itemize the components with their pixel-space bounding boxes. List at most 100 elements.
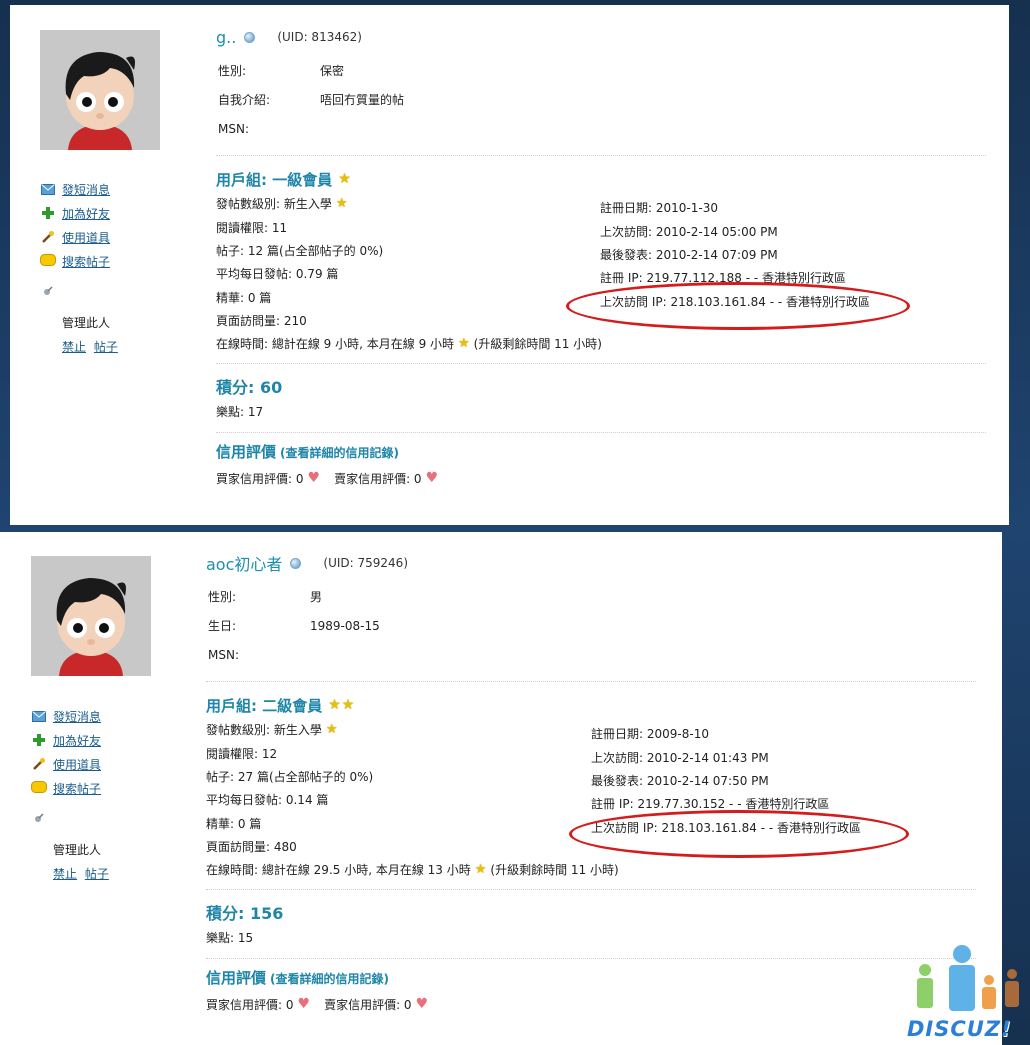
user-id: (UID: 759246) [323, 556, 408, 570]
digest-count: 精華: 0 篇 [216, 290, 272, 305]
avatar-image [31, 556, 151, 676]
basic-info: 性別: 保密 自我介紹: 唔回冇質量的帖 MSN: [216, 56, 986, 143]
info-label: MSN: [218, 121, 249, 136]
info-label: 性別: [218, 64, 247, 78]
credit-history-link[interactable]: (查看詳細的信用記錄) [280, 444, 399, 461]
buyer-rating: 買家信用評價: 0 [206, 997, 294, 1012]
wand-icon [40, 229, 56, 245]
search-posts-link[interactable]: 搜索帖子 [62, 253, 110, 270]
profile-main: aoc初心者 (UID: 759246) 性別: 男 生日: 1989-08-1… [206, 552, 976, 1015]
post-level: 發帖數級別: 新生入學 ★ [206, 718, 373, 741]
online-time: 在線時間: 總計在線 9 小時, 本月在線 9 小時 ★ (升級剩餘時間 11 … [216, 332, 986, 354]
online-time-text: 在線時間: 總計在線 9 小時, 本月在線 9 小時 [216, 336, 455, 351]
envelope-icon [31, 708, 47, 724]
username[interactable]: g.. [216, 28, 236, 47]
send-message-link[interactable]: 發短消息 [62, 181, 110, 198]
admin-section: 管理此人 禁止 帖子 [31, 838, 171, 886]
online-status-icon [244, 31, 256, 43]
stats-left: 發帖數級別: 新生入學 ★ 閱讀權限: 12 帖子: 27 篇(占全部帖子的 0… [206, 718, 373, 858]
credit-rating-title: 信用評價 (查看詳細的信用記錄) [206, 967, 976, 993]
heart-icon: ♥ [425, 470, 439, 487]
divider [206, 889, 976, 890]
rating-row: 買家信用評價: 0 ♥ 賣家信用評價: 0 ♥ [206, 993, 976, 1015]
ban-link[interactable]: 禁止 [53, 867, 77, 881]
profile-main: g.. (UID: 813462) 性別: 保密 自我介紹: 唔回冇質量的帖 M… [216, 26, 986, 489]
heart-icon: ♥ [307, 470, 321, 487]
ban-link[interactable]: 禁止 [62, 340, 86, 354]
credit-history-link[interactable]: (查看詳細的信用記錄) [270, 970, 389, 987]
avatar-image [40, 30, 160, 150]
search-posts-link[interactable]: 搜索帖子 [53, 780, 101, 797]
points-total: 積分: 156 [206, 904, 284, 923]
points-total: 積分: 60 [216, 378, 283, 397]
discuz-logo: DISCUZ! [905, 940, 1030, 1045]
star-icon: ★ [325, 722, 338, 738]
speech-bubble-icon [40, 253, 56, 269]
info-row-msn: MSN: [206, 640, 976, 669]
profile-panel-2: 發短消息 加為好友 使用道具 搜索帖子 管理此人 禁止 帖子 aoc初心者 (U… [0, 532, 1002, 1045]
use-item-link[interactable]: 使用道具 [53, 756, 101, 773]
add-friend-link[interactable]: 加為好友 [62, 205, 110, 222]
use-item-item[interactable]: 使用道具 [40, 225, 180, 249]
star-icon: ★ [341, 697, 355, 713]
people-icon [917, 945, 1019, 1011]
send-message-item[interactable]: 發短消息 [31, 704, 171, 728]
buyer-rating: 買家信用評價: 0 [216, 471, 304, 486]
divider [216, 363, 986, 364]
user-group-title: 用戶組: 一級會員 ★ [216, 166, 986, 192]
seller-rating: 賣家信用評價: 0 [324, 997, 412, 1012]
stats-left: 發帖數級別: 新生入學 ★ 閱讀權限: 11 帖子: 12 篇(占全部帖子的 0… [216, 192, 383, 332]
envelope-icon [40, 181, 56, 197]
search-posts-item[interactable]: 搜索帖子 [40, 249, 180, 273]
posts-link[interactable]: 帖子 [85, 867, 109, 881]
digest-count: 精華: 0 篇 [206, 816, 262, 831]
last-post: 最後發表: 2010-2-14 07:50 PM [591, 773, 769, 788]
plus-icon [40, 205, 56, 221]
read-permission: 閱讀權限: 11 [216, 220, 288, 235]
read-permission: 閱讀權限: 12 [206, 746, 278, 761]
avg-daily-posts: 平均每日發帖: 0.79 篇 [216, 267, 339, 282]
satellite-icon-row [31, 806, 171, 830]
post-count: 帖子: 12 篇(占全部帖子的 0%) [216, 243, 384, 258]
info-row-birthday: 生日: 1989-08-15 [206, 611, 976, 640]
post-level-text: 發帖數級別: 新生入學 [216, 197, 332, 212]
fun-points: 樂點: 17 [216, 405, 264, 420]
info-value: 男 [310, 590, 323, 604]
online-upgrade-text: (升級剩餘時間 11 小時) [473, 336, 602, 351]
divider [216, 155, 986, 156]
posts-link[interactable]: 帖子 [94, 340, 118, 354]
info-value: 唔回冇質量的帖 [320, 93, 405, 107]
register-date: 註冊日期: 2009-8-10 [591, 727, 709, 742]
use-item-link[interactable]: 使用道具 [62, 229, 110, 246]
info-row-gender: 性別: 保密 [216, 56, 986, 85]
online-status-icon [290, 557, 302, 569]
divider [206, 958, 976, 960]
divider [216, 432, 986, 434]
add-friend-item[interactable]: 加為好友 [40, 201, 180, 225]
avg-daily-posts: 平均每日發帖: 0.14 篇 [206, 793, 329, 808]
search-posts-item[interactable]: 搜索帖子 [31, 776, 171, 800]
speech-bubble-icon [31, 780, 47, 796]
wand-icon [31, 756, 47, 772]
plus-icon [31, 732, 47, 748]
rating-row: 買家信用評價: 0 ♥ 賣家信用評價: 0 ♥ [216, 467, 986, 489]
last-visit: 上次訪問: 2010-2-14 01:43 PM [591, 750, 769, 765]
send-message-item[interactable]: 發短消息 [40, 177, 180, 201]
add-friend-link[interactable]: 加為好友 [53, 732, 101, 749]
send-message-link[interactable]: 發短消息 [53, 708, 101, 725]
username[interactable]: aoc初心者 [206, 551, 282, 575]
info-label: MSN: [208, 647, 239, 662]
star-icon: ★ [458, 335, 470, 351]
info-row-gender: 性別: 男 [206, 582, 976, 611]
heart-icon: ♥ [297, 996, 311, 1013]
credit-rating-title: 信用評價 (查看詳細的信用記錄) [216, 441, 986, 467]
post-level: 發帖數級別: 新生入學 ★ [216, 192, 383, 215]
add-friend-item[interactable]: 加為好友 [31, 728, 171, 752]
avatar [40, 30, 160, 150]
use-item-item[interactable]: 使用道具 [31, 752, 171, 776]
logo-text: DISCUZ! [907, 1017, 1012, 1041]
star-icon: ★ [338, 171, 351, 187]
admin-links: 禁止 帖子 [62, 335, 180, 359]
divider [206, 681, 976, 682]
user-group-label: 用戶組: 一級會員 [216, 170, 333, 189]
